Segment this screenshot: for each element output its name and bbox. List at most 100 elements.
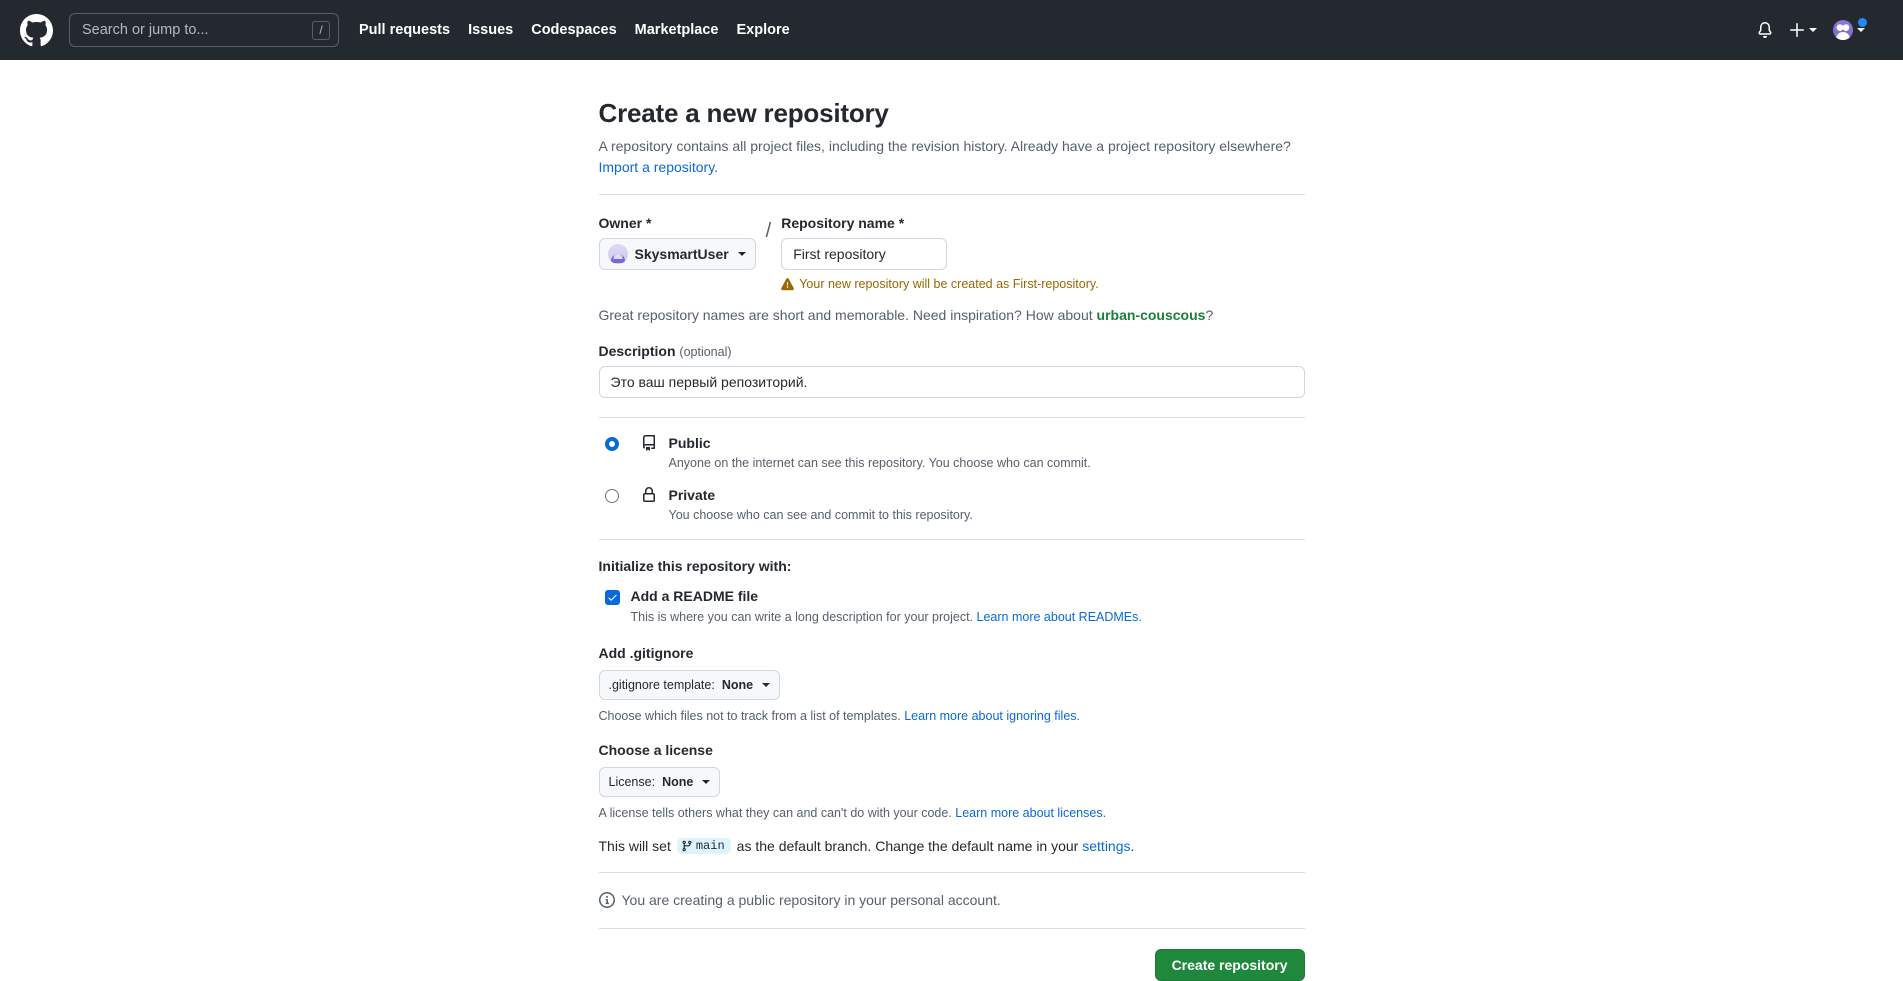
repository-name-label: Repository name * bbox=[781, 215, 1098, 231]
license-select-value: None bbox=[662, 775, 694, 790]
repo-book-icon bbox=[642, 435, 655, 451]
new-repository-form: Create a new repository A repository con… bbox=[598, 98, 1305, 981]
branch-settings-link[interactable]: settings bbox=[1082, 838, 1130, 854]
import-repository-link[interactable]: Import a repository. bbox=[599, 159, 719, 175]
private-subtitle: You choose who can see and commit to thi… bbox=[668, 508, 973, 523]
license-help-text: A license tells others what they can and… bbox=[598, 806, 952, 821]
divider bbox=[598, 928, 1305, 930]
chevron-down-icon bbox=[1857, 28, 1865, 32]
nav-marketplace[interactable]: Marketplace bbox=[635, 22, 719, 38]
public-subtitle: Anyone on the internet can see this repo… bbox=[668, 455, 1091, 470]
repository-name-label-text: Repository name bbox=[781, 215, 895, 231]
required-marker: * bbox=[898, 215, 905, 231]
lock-icon bbox=[642, 487, 655, 503]
readme-learn-more-link[interactable]: Learn more about READMEs. bbox=[977, 610, 1142, 624]
page-body: Create a new repository A repository con… bbox=[0, 60, 1903, 981]
public-text: Public Anyone on the internet can see th… bbox=[669, 434, 1091, 472]
page-description: A repository contains all project files,… bbox=[599, 136, 1305, 178]
nav-pull-requests[interactable]: Pull requests bbox=[359, 22, 450, 38]
description-input[interactable] bbox=[598, 366, 1305, 398]
owner-and-name-row: Owner * SkysmartUser / Repository name *… bbox=[598, 215, 1305, 291]
license-learn-more-link[interactable]: Learn more about licenses. bbox=[955, 806, 1106, 820]
check-icon bbox=[607, 594, 617, 601]
suggestion-prefix: Great repository names are short and mem… bbox=[598, 307, 1097, 323]
default-branch-name: main bbox=[695, 839, 725, 854]
description-label: Description (optional) bbox=[599, 343, 1305, 359]
name-suggestion: Great repository names are short and mem… bbox=[599, 307, 1305, 323]
gitignore-template-select[interactable]: .gitignore template: None bbox=[598, 670, 781, 701]
owner-avatar-icon bbox=[607, 244, 628, 264]
owner-label: Owner * bbox=[599, 215, 756, 231]
notifications-button[interactable] bbox=[1757, 22, 1773, 38]
create-repository-button[interactable]: Create repository bbox=[1154, 949, 1305, 981]
owner-name-separator: / bbox=[765, 220, 772, 242]
owner-select[interactable]: SkysmartUser bbox=[598, 238, 756, 270]
public-radio[interactable] bbox=[604, 437, 619, 451]
chevron-down-icon bbox=[702, 780, 711, 785]
public-title: Public bbox=[668, 435, 711, 451]
chevron-down-icon bbox=[737, 252, 746, 256]
readme-description: This is where you can write a long descr… bbox=[631, 609, 1305, 627]
create-new-button[interactable] bbox=[1789, 22, 1817, 38]
license-help: A license tells others what they can and… bbox=[599, 806, 1305, 820]
readme-option[interactable]: Add a README file bbox=[599, 588, 1305, 605]
gitignore-help: Choose which files not to track from a l… bbox=[599, 709, 1305, 723]
divider bbox=[598, 872, 1305, 874]
nav-codespaces[interactable]: Codespaces bbox=[531, 22, 616, 38]
bell-icon bbox=[1758, 22, 1772, 38]
search-input[interactable]: Search or jump to... / bbox=[69, 13, 339, 47]
account-notice: You are creating a public repository in … bbox=[598, 892, 1305, 909]
visibility-option-public[interactable]: Public Anyone on the internet can see th… bbox=[599, 434, 1305, 472]
git-branch-icon bbox=[682, 841, 692, 852]
nav-issues[interactable]: Issues bbox=[468, 22, 513, 38]
user-menu-button[interactable] bbox=[1833, 17, 1868, 40]
branch-note-middle: as the default branch. Change the defaul… bbox=[736, 838, 1079, 855]
chevron-down-icon bbox=[762, 683, 771, 688]
default-branch-note: This will set main as the default branch… bbox=[598, 838, 1305, 855]
repository-name-warning-text: Your new repository will be created as F… bbox=[799, 277, 1099, 291]
owner-selected-value: SkysmartUser bbox=[634, 246, 729, 262]
repo-book-icon-wrap bbox=[641, 435, 657, 451]
license-select-prefix: License: bbox=[608, 775, 656, 790]
global-header: Search or jump to... / Pull requests Iss… bbox=[0, 0, 1903, 60]
license-heading: Choose a license bbox=[598, 742, 713, 759]
visibility-options: Public Anyone on the internet can see th… bbox=[599, 434, 1305, 525]
divider bbox=[598, 538, 1305, 540]
gitignore-select-value: None bbox=[721, 678, 754, 693]
branch-note-suffix: . bbox=[1130, 838, 1135, 855]
initialize-heading: Initialize this repository with: bbox=[598, 557, 792, 574]
divider bbox=[598, 417, 1305, 418]
visibility-option-private[interactable]: Private You choose who can see and commi… bbox=[599, 486, 1305, 524]
repository-name-input[interactable] bbox=[781, 238, 948, 270]
description-field: Description (optional) bbox=[598, 343, 1305, 398]
license-select[interactable]: License: None bbox=[598, 767, 721, 798]
github-logo[interactable] bbox=[20, 13, 53, 47]
owner-field: Owner * SkysmartUser bbox=[598, 215, 756, 270]
alert-triangle-icon bbox=[781, 277, 795, 290]
nav-explore[interactable]: Explore bbox=[736, 22, 789, 38]
search-placeholder: Search or jump to... bbox=[82, 22, 209, 38]
form-actions: Create repository bbox=[599, 949, 1305, 981]
private-radio[interactable] bbox=[604, 489, 619, 504]
info-circle-icon bbox=[598, 892, 615, 909]
chevron-down-icon bbox=[1809, 28, 1817, 32]
suggestion-suffix: ? bbox=[1205, 307, 1214, 323]
avatar bbox=[1833, 20, 1853, 40]
gitignore-heading: Add .gitignore bbox=[598, 645, 694, 662]
description-label-text: Description bbox=[598, 343, 676, 359]
description-optional-tag: (optional) bbox=[679, 345, 732, 359]
branch-note-prefix: This will set bbox=[598, 838, 671, 855]
header-actions bbox=[1757, 17, 1883, 40]
status-indicator-dot bbox=[1857, 17, 1868, 28]
private-text: Private You choose who can see and commi… bbox=[669, 486, 973, 524]
suggested-name-link[interactable]: urban-couscous bbox=[1097, 307, 1206, 323]
readme-description-text: This is where you can write a long descr… bbox=[630, 609, 974, 624]
github-mark-icon bbox=[20, 13, 53, 46]
page-description-text: A repository contains all project files,… bbox=[598, 138, 1291, 154]
gitignore-learn-more-link[interactable]: Learn more about ignoring files. bbox=[904, 709, 1080, 723]
divider bbox=[598, 194, 1305, 195]
page-title: Create a new repository bbox=[598, 98, 889, 128]
readme-checkbox[interactable] bbox=[604, 589, 620, 605]
owner-label-text: Owner bbox=[598, 215, 643, 231]
readme-label: Add a README file bbox=[630, 587, 759, 604]
